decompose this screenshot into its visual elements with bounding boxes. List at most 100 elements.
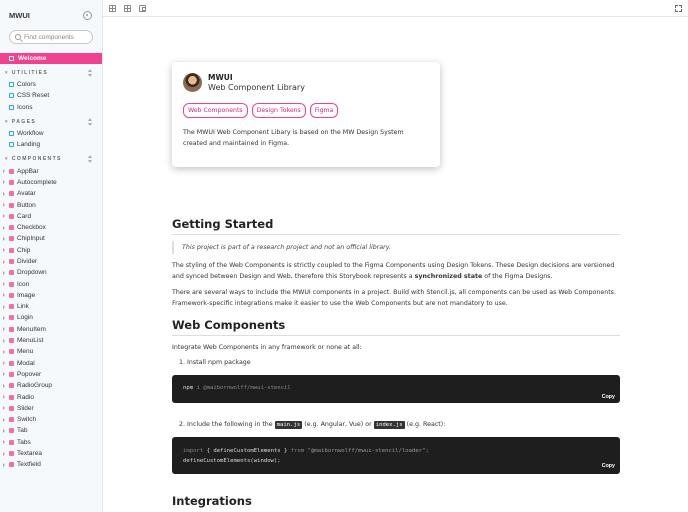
section-pages[interactable]: ▾ PAGES [0, 116, 102, 128]
chevron-right-icon [3, 349, 5, 354]
web-components-section: Web Components Integrate Web Components … [172, 318, 620, 511]
sidebar-item-icon[interactable]: Icon [0, 278, 102, 289]
sidebar-item-label: CSS Reset [17, 92, 50, 100]
fullscreen-icon[interactable] [675, 5, 682, 12]
sidebar-item-popover[interactable]: Popover [0, 369, 102, 380]
sidebar-item-label: Image [17, 291, 36, 299]
document-icon [9, 56, 14, 61]
sidebar-item-textfield[interactable]: Textfield [0, 459, 102, 470]
copy-button[interactable]: Copy [602, 394, 615, 400]
section-title: PAGES [11, 118, 37, 125]
expand-collapse-icon[interactable] [88, 69, 93, 77]
sidebar-item-link[interactable]: Link [0, 301, 102, 312]
tag-design-tokens[interactable]: Design Tokens [251, 103, 306, 118]
sidebar-item-label: Chip [17, 246, 31, 254]
sidebar-item-textarea[interactable]: Textarea [0, 448, 102, 459]
code-block-install[interactable]: npm i @maibornwolff/mwui-stencil Copy [172, 375, 620, 403]
component-icon [9, 462, 14, 468]
search-input[interactable]: Find components [9, 30, 93, 44]
sidebar-item-radiogroup[interactable]: RadioGroup [0, 380, 102, 391]
sidebar-item-landing[interactable]: Landing [0, 139, 102, 150]
component-icon [9, 338, 14, 344]
sidebar-item-label: MenuList [17, 337, 44, 345]
zoom-grid-icon[interactable] [109, 4, 116, 12]
component-icon [9, 292, 14, 298]
heading-getting-started: Getting Started [172, 217, 620, 235]
tag-web-components[interactable]: Web Components [183, 103, 248, 118]
heading-web-components: Web Components [172, 318, 620, 336]
sidebar-item-css-reset[interactable]: CSS Reset [0, 90, 102, 101]
sidebar-item-menuitem[interactable]: MenuItem [0, 324, 102, 335]
background-grid-icon[interactable] [124, 4, 131, 12]
component-icon [9, 428, 14, 434]
copy-button[interactable]: Copy [602, 461, 615, 471]
sidebar-item-card[interactable]: Card [0, 211, 102, 222]
inline-code-main-js: main.js [274, 421, 303, 429]
component-icon [9, 168, 14, 174]
components-list: AppBar Autocomplete Avatar Button Card Checkb… [0, 165, 102, 470]
sidebar-item-dropdown[interactable]: Dropdown [0, 267, 102, 278]
chevron-right-icon [3, 203, 5, 208]
component-icon [9, 236, 14, 242]
sidebar-item-tabs[interactable]: Tabs [0, 437, 102, 448]
sidebar-item-welcome[interactable]: Welcome [0, 53, 102, 64]
sidebar-item-label: Switch [17, 416, 37, 424]
chevron-right-icon [3, 248, 5, 253]
sidebar-item-workflow[interactable]: Workflow [0, 128, 102, 139]
section-title: UTILITIES [11, 70, 49, 76]
sidebar-item-radio[interactable]: Radio [0, 391, 102, 402]
sidebar-item-chip[interactable]: Chip [0, 245, 102, 256]
sidebar-item-label: ChipInput [17, 235, 45, 243]
sidebar-item-menu[interactable]: Menu [0, 346, 102, 357]
chevron-right-icon [3, 383, 5, 388]
chevron-right-icon [3, 428, 5, 433]
sidebar-item-label: Icons [17, 103, 33, 111]
tag-figma[interactable]: Figma [309, 103, 339, 118]
chevron-right-icon [3, 270, 5, 275]
step-2: 2. Include the following in the main.js … [179, 421, 446, 429]
component-icon [9, 225, 14, 231]
chevron-right-icon [3, 225, 5, 230]
chevron-right-icon [3, 417, 5, 422]
sidebar-item-label: MenuItem [17, 325, 46, 333]
chevron-right-icon [3, 451, 5, 456]
intro-card: MWUI Web Component Library Web Component… [172, 62, 440, 167]
section-components[interactable]: ▾ COMPONENTS [0, 153, 102, 165]
chevron-down-icon: ▾ [5, 118, 9, 125]
sidebar-item-divider[interactable]: Divider [0, 256, 102, 267]
section-utilities[interactable]: ▾ UTILITIES [0, 67, 102, 79]
chevron-right-icon [3, 372, 5, 377]
sidebar-item-label: Divider [17, 258, 38, 265]
chevron-right-icon [3, 440, 5, 445]
sidebar-item-image[interactable]: Image [0, 290, 102, 301]
component-icon [9, 394, 14, 400]
sidebar-item-autocomplete[interactable]: Autocomplete [0, 177, 102, 188]
chevron-right-icon [3, 169, 5, 174]
sidebar-item-switch[interactable]: Switch [0, 414, 102, 425]
code-block-define[interactable]: import { defineCustomElements } from "@m… [172, 437, 620, 474]
sidebar-item-label: Modal [17, 359, 35, 367]
search-placeholder: Find components [24, 33, 74, 41]
sidebar-item-checkbox[interactable]: Checkbox [0, 222, 102, 233]
expand-collapse-icon[interactable] [88, 155, 93, 164]
gear-icon[interactable] [83, 10, 92, 20]
brand-title[interactable]: MWUI [9, 11, 30, 20]
sidebar-item-chipinput[interactable]: ChipInput [0, 233, 102, 244]
sidebar-item-button[interactable]: Button [0, 199, 102, 210]
sidebar-item-avatar[interactable]: Avatar [0, 188, 102, 199]
sidebar-item-tab[interactable]: Tab [0, 425, 102, 436]
sidebar-item-colors[interactable]: Colors [0, 79, 102, 90]
chevron-right-icon [3, 304, 5, 309]
sidebar-item-menulist[interactable]: MenuList [0, 335, 102, 346]
sidebar-item-appbar[interactable]: AppBar [0, 165, 102, 176]
sidebar-item-login[interactable]: Login [0, 312, 102, 323]
outline-icon[interactable] [139, 4, 146, 12]
avatar [183, 73, 202, 92]
sidebar-item-label: Welcome [18, 55, 47, 62]
expand-collapse-icon[interactable] [88, 117, 93, 126]
sidebar-item-modal[interactable]: Modal [0, 358, 102, 369]
component-icon [9, 270, 14, 276]
sidebar-item-label: Textfield [17, 461, 41, 469]
sidebar-item-icons[interactable]: Icons [0, 102, 102, 113]
sidebar-item-slider[interactable]: Slider [0, 403, 102, 414]
